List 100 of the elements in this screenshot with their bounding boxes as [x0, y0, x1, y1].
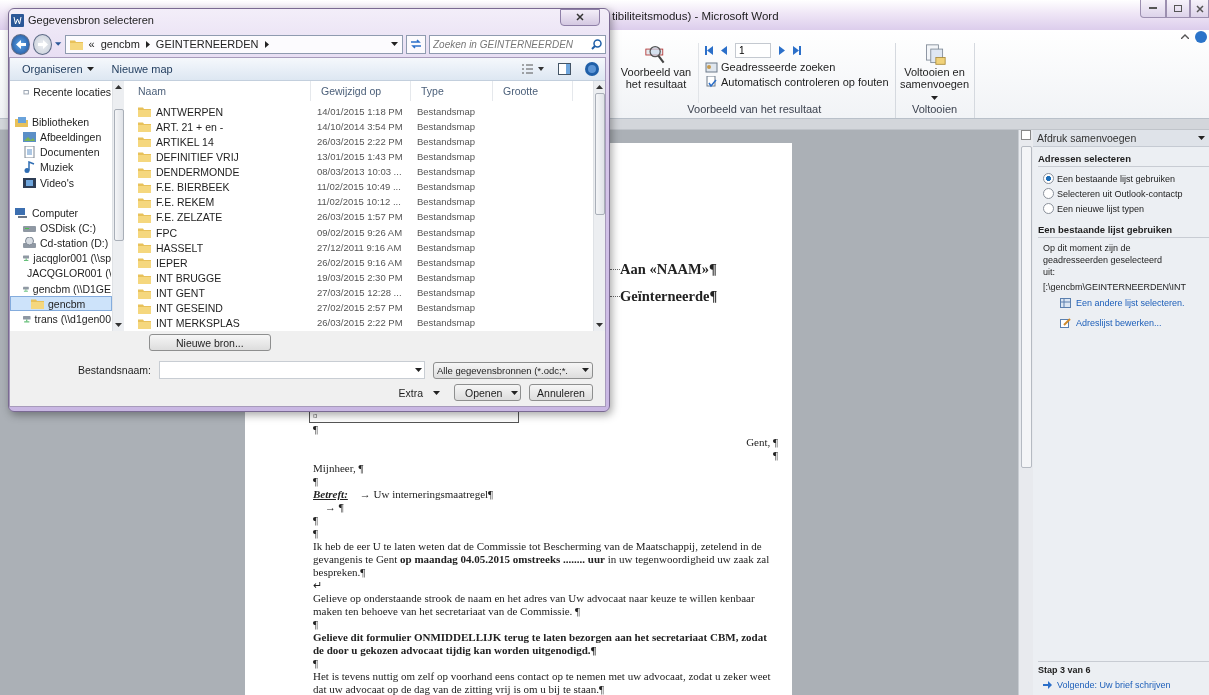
nav-item[interactable]: Recente locaties: [10, 84, 112, 100]
picture-icon: [23, 130, 36, 143]
nav-item[interactable]: Video's: [10, 174, 112, 191]
last-record-icon[interactable]: [793, 46, 801, 55]
maximize-button[interactable]: [1166, 0, 1190, 18]
file-row[interactable]: INT GENT 27/03/2015 12:28 ... Bestandsmap: [128, 285, 593, 301]
nav-item[interactable]: Computer: [10, 205, 112, 221]
arrow-right-icon: [37, 39, 48, 49]
radio-option[interactable]: Selecteren uit Outlook-contactp: [1038, 186, 1209, 201]
nav-item[interactable]: Cd-station (D:): [10, 235, 112, 251]
breadcrumb[interactable]: GEINTERNEERDEN: [155, 38, 259, 50]
merge-field: Aan «NAAM»¶: [620, 261, 717, 277]
nav-item[interactable]: trans (\\d1gen00: [10, 311, 112, 327]
file-name: FPC: [156, 226, 177, 239]
breadcrumb[interactable]: «: [88, 38, 95, 50]
scrollbar[interactable]: [112, 81, 124, 331]
tools-button[interactable]: Extra: [398, 386, 440, 399]
nav-item[interactable]: OSDisk (C:): [10, 220, 112, 236]
close-button[interactable]: [560, 8, 600, 26]
nav-item[interactable]: Documenten: [10, 144, 112, 160]
column-header[interactable]: Naam: [128, 81, 311, 101]
preview-pane-icon[interactable]: [558, 63, 571, 75]
view-options-icon[interactable]: [522, 64, 544, 74]
close-button[interactable]: [1190, 0, 1209, 18]
file-row[interactable]: DENDERMONDE 08/03/2013 10:03 ... Bestandsmap: [128, 164, 593, 180]
scrollbar[interactable]: [593, 81, 605, 331]
address-bar[interactable]: « gencbm GEINTERNEERDEN: [64, 34, 403, 54]
history-dropdown-icon: [55, 42, 62, 46]
open-button[interactable]: Openen: [454, 384, 521, 401]
paragraph-mark: ¶: [313, 527, 318, 539]
file-row[interactable]: INT MERKSPLAS 26/03/2015 2:22 PM Bestandsmap: [128, 315, 593, 332]
file-row[interactable]: ARTIKEL 14 26/03/2015 2:22 PM Bestandsmap: [128, 134, 593, 150]
next-step-link[interactable]: Volgende: Uw brief schrijven: [1038, 675, 1209, 695]
nav-item[interactable]: Afbeeldingen: [10, 129, 112, 145]
column-header[interactable]: Grootte: [493, 81, 573, 101]
file-row[interactable]: INT BRUGGE 19/03/2015 2:30 PM Bestandsmap: [128, 270, 593, 286]
first-record-icon[interactable]: [705, 46, 713, 55]
toolbar-button[interactable]: Nieuwe map: [105, 63, 179, 75]
nav-item[interactable]: Muziek: [10, 159, 112, 175]
radio-option[interactable]: Een bestaande lijst gebruiken: [1038, 171, 1209, 186]
radio-button[interactable]: [1043, 203, 1054, 214]
paragraph: Gent, ¶: [746, 436, 778, 448]
next-record-icon[interactable]: [779, 46, 785, 55]
caret-icon: [511, 390, 518, 395]
file-row[interactable]: ANTWERPEN 14/01/2015 1:18 PM Bestandsmap: [128, 103, 593, 120]
check-errors-button[interactable]: Automatisch controleren op fouten: [705, 76, 889, 88]
filename-field[interactable]: [159, 361, 425, 379]
column-header[interactable]: Type: [411, 81, 493, 101]
file-row[interactable]: F.E. ZELZATE 26/03/2015 1:57 PM Bestandsmap: [128, 209, 593, 226]
file-name: DEFINITIEF VRIJ: [156, 150, 239, 163]
table-cell-text: Bestandsmap: [416, 134, 476, 149]
file-row[interactable]: IEPER 26/02/2015 9:16 AM Bestandsmap: [128, 255, 593, 271]
file-type-select[interactable]: Alle gegevensbronnen (*.odc;*.: [433, 361, 593, 379]
folder-icon: [138, 227, 151, 239]
column-header[interactable]: Gewijzigd op: [311, 81, 411, 101]
pane-icon: [1021, 130, 1031, 140]
nav-item[interactable]: jacqglor001 (\\sp: [10, 250, 112, 266]
file-row[interactable]: ART. 21 + en - 14/10/2014 3:54 PM Bestandsmap: [128, 119, 593, 135]
nav-item[interactable]: Bibliotheken: [10, 114, 112, 130]
collapse-ribbon-icon[interactable]: [1181, 34, 1189, 39]
table-cell-text: 08/03/2013 10:03 ...: [316, 165, 402, 180]
radio-button[interactable]: [1043, 188, 1054, 199]
finish-merge-button[interactable]: Voltooien en samenvoegen: [901, 43, 968, 103]
file-row[interactable]: FPC 09/02/2015 9:26 AM Bestandsmap: [128, 225, 593, 241]
word-icon: [11, 13, 24, 27]
link[interactable]: Adreslijst bewerken...: [1038, 313, 1209, 333]
paragraph: Gelieve dit formulier ONMIDDELLIJK terug te laten bezorgen aan het secretariaat CBM, zodat de door u gekozen advocaat tijdig kan worden uitgenodigd.¶: [313, 631, 767, 656]
minimize-button[interactable]: [1140, 0, 1166, 18]
radio-button[interactable]: [1043, 173, 1054, 184]
file-name: F.E. BIERBEEK: [156, 181, 230, 194]
record-number-field[interactable]: 1: [735, 43, 771, 58]
file-row[interactable]: F.E. REKEM 11/02/2015 10:12 ... Bestandsmap: [128, 194, 593, 210]
new-source-button[interactable]: Nieuwe bron...: [149, 334, 271, 351]
nav-item[interactable]: gencbm: [10, 296, 112, 312]
link[interactable]: Een andere lijst selecteren.: [1038, 293, 1209, 313]
search-field[interactable]: Zoeken in GEINTERNEERDEN: [429, 34, 606, 54]
nav-item[interactable]: gencbm (\\D1GE: [10, 281, 112, 297]
file-row[interactable]: F.E. BIERBEEK 11/02/2015 10:49 ... Bestandsmap: [128, 179, 593, 195]
radio-option[interactable]: Een nieuwe lijst typen: [1038, 201, 1209, 216]
folder-icon: [138, 242, 151, 254]
toolbar-button[interactable]: Organiseren: [16, 63, 100, 75]
forward-button[interactable]: [33, 33, 53, 55]
file-row[interactable]: DEFINITIEF VRIJ 13/01/2015 1:43 PM Bestandsmap: [128, 149, 593, 165]
scroll-down-icon: [596, 323, 603, 327]
back-button[interactable]: [11, 33, 31, 55]
file-row[interactable]: HASSELT 27/12/2011 9:16 AM Bestandsmap: [128, 240, 593, 256]
table-cell-text: Bestandsmap: [416, 225, 476, 240]
table-cell-text: 11/02/2015 10:12 ...: [316, 195, 401, 210]
cancel-button[interactable]: Annuleren: [529, 384, 593, 401]
find-recipient-button[interactable]: Geadresseerde zoeken: [705, 61, 889, 73]
file-name: INT GENT: [156, 287, 205, 300]
caret-icon: [86, 67, 94, 71]
nav-item[interactable]: JACQGLOR001 (\: [10, 265, 112, 282]
refresh-button[interactable]: [405, 34, 426, 54]
file-row[interactable]: INT GESEIND 27/02/2015 2:57 PM Bestandsmap: [128, 300, 593, 316]
previous-record-icon[interactable]: [721, 46, 727, 55]
breadcrumb[interactable]: gencbm: [100, 38, 140, 50]
paragraph-mark: ¶: [313, 657, 318, 669]
preview-results-button[interactable]: Voorbeeld van het resultaat: [620, 43, 692, 103]
scrollbar[interactable]: [1018, 130, 1033, 695]
